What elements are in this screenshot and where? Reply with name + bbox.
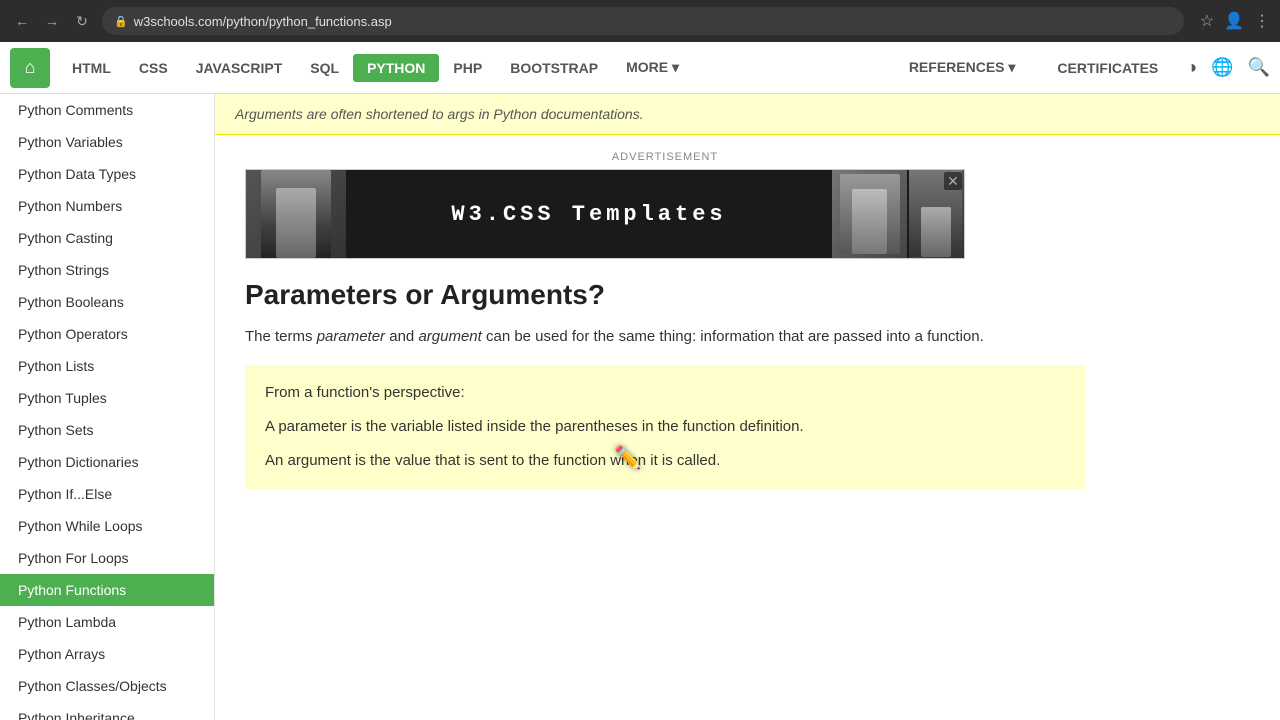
sidebar-item-booleans[interactable]: Python Booleans	[0, 286, 214, 318]
top-callout: Arguments are often shortened to args in…	[215, 94, 1280, 135]
ad-left-image	[246, 169, 346, 259]
yellow-box: From a function's perspective: A paramet…	[245, 365, 1085, 489]
nav-javascript[interactable]: JAVASCRIPT	[182, 54, 297, 82]
content-area: ADVERTISEMENT W3.CSS Templates	[215, 151, 1115, 525]
ad-label: ADVERTISEMENT	[245, 151, 1085, 163]
browser-nav-buttons: ← → ↻	[10, 9, 94, 33]
advertisement: ADVERTISEMENT W3.CSS Templates	[245, 151, 1085, 259]
bookmark-icon[interactable]: ☆	[1200, 11, 1214, 31]
main-layout: Python Comments Python Variables Python …	[0, 94, 1280, 720]
forward-button[interactable]: →	[40, 9, 64, 33]
url-text: w3schools.com/python/python_functions.as…	[134, 14, 392, 29]
sidebar-item-dictionaries[interactable]: Python Dictionaries	[0, 446, 214, 478]
sidebar-item-classes[interactable]: Python Classes/Objects	[0, 670, 214, 702]
sidebar-item-operators[interactable]: Python Operators	[0, 318, 214, 350]
nav-html[interactable]: HTML	[58, 54, 125, 82]
ad-banner: W3.CSS Templates ✕	[245, 169, 965, 259]
sidebar-item-comments[interactable]: Python Comments	[0, 94, 214, 126]
intro-paragraph: The terms parameter and argument can be …	[245, 325, 1085, 349]
lock-icon: 🔒	[114, 15, 128, 28]
sidebar-item-inheritance[interactable]: Python Inheritance	[0, 702, 214, 720]
yellow-box-line2: A parameter is the variable listed insid…	[265, 415, 1065, 439]
ad-center-text: W3.CSS Templates	[346, 202, 832, 227]
sidebar-item-casting[interactable]: Python Casting	[0, 222, 214, 254]
sidebar-item-variables[interactable]: Python Variables	[0, 126, 214, 158]
sidebar-item-forloops[interactable]: Python For Loops	[0, 542, 214, 574]
address-bar[interactable]: 🔒 w3schools.com/python/python_functions.…	[102, 7, 1184, 35]
nav-python[interactable]: PYTHON	[353, 54, 439, 82]
sidebar-item-sets[interactable]: Python Sets	[0, 414, 214, 446]
intro-param: parameter	[317, 328, 385, 345]
sidebar-item-strings[interactable]: Python Strings	[0, 254, 214, 286]
intro-suffix: can be used for the same thing: informat…	[482, 328, 984, 345]
sidebar-item-arrays[interactable]: Python Arrays	[0, 638, 214, 670]
sidebar-item-whileloops[interactable]: Python While Loops	[0, 510, 214, 542]
nav-bootstrap[interactable]: BOOTSTRAP	[496, 54, 612, 82]
refresh-button[interactable]: ↻	[70, 9, 94, 33]
intro-prefix: The terms	[245, 328, 317, 345]
ad-close-button[interactable]: ✕	[944, 172, 962, 190]
sidebar-item-lists[interactable]: Python Lists	[0, 350, 214, 382]
search-icon[interactable]: 🔍	[1248, 57, 1270, 78]
user-icon[interactable]: 👤	[1224, 11, 1244, 31]
contrast-icon[interactable]: ◑	[1186, 57, 1197, 78]
top-navigation: ⌂ HTML CSS JAVASCRIPT SQL PYTHON PHP BOO…	[0, 42, 1280, 94]
top-callout-text: Arguments are often shortened to args in…	[235, 106, 644, 122]
section-heading: Parameters or Arguments?	[245, 279, 1085, 311]
sidebar-item-lambda[interactable]: Python Lambda	[0, 606, 214, 638]
nav-right: REFERENCES ▾ CERTIFICATES ◑ 🌐 🔍	[895, 53, 1270, 82]
sidebar-item-tuples[interactable]: Python Tuples	[0, 382, 214, 414]
ad-thumb-1	[832, 169, 907, 259]
back-button[interactable]: ←	[10, 9, 34, 33]
yellow-box-line3: An argument is the value that is sent to…	[265, 449, 1065, 473]
nav-certificates[interactable]: CERTIFICATES	[1043, 54, 1172, 82]
globe-icon[interactable]: 🌐	[1211, 57, 1233, 78]
sidebar: Python Comments Python Variables Python …	[0, 94, 215, 720]
browser-actions: ☆ 👤 ⋮	[1200, 11, 1270, 31]
browser-chrome: ← → ↻ 🔒 w3schools.com/python/python_func…	[0, 0, 1280, 42]
intro-mid: and	[385, 328, 418, 345]
intro-arg: argument	[418, 328, 481, 345]
nav-php[interactable]: PHP	[439, 54, 496, 82]
sidebar-item-ifelse[interactable]: Python If...Else	[0, 478, 214, 510]
home-button[interactable]: ⌂	[10, 48, 50, 88]
nav-sql[interactable]: SQL	[296, 54, 353, 82]
nav-more[interactable]: MORE ▾	[612, 53, 693, 82]
nav-items: HTML CSS JAVASCRIPT SQL PYTHON PHP BOOTS…	[58, 53, 895, 82]
yellow-box-line1: From a function's perspective:	[265, 381, 1065, 405]
main-content: Arguments are often shortened to args in…	[215, 94, 1280, 720]
sidebar-item-functions[interactable]: Python Functions	[0, 574, 214, 606]
nav-references[interactable]: REFERENCES ▾	[895, 53, 1030, 82]
menu-icon[interactable]: ⋮	[1254, 11, 1270, 31]
sidebar-item-datatypes[interactable]: Python Data Types	[0, 158, 214, 190]
sidebar-item-numbers[interactable]: Python Numbers	[0, 190, 214, 222]
nav-css[interactable]: CSS	[125, 54, 182, 82]
